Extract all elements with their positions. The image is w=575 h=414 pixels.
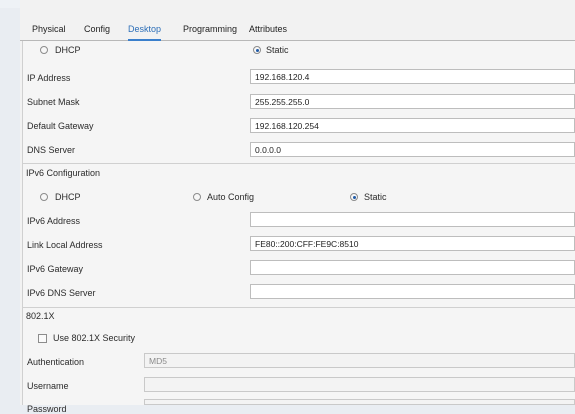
ipv6-static-radio[interactable] — [350, 193, 358, 201]
ipv6-dns-server-label: IPv6 DNS Server — [27, 288, 96, 298]
link-local-address-label: Link Local Address — [27, 240, 103, 250]
ipv6-address-field[interactable] — [250, 212, 575, 227]
ipv6-gateway-label: IPv6 Gateway — [27, 264, 84, 274]
tab-bar: Physical Config Desktop Programming Attr… — [20, 18, 575, 41]
subnet-mask-label: Subnet Mask — [27, 97, 80, 107]
dot1x-section-title: 802.1X — [26, 311, 55, 321]
dns-server-label: DNS Server — [27, 145, 76, 155]
authentication-select[interactable]: MD5 — [144, 353, 575, 368]
ip-address-label: IP Address — [27, 73, 71, 83]
password-label: Password — [27, 404, 67, 414]
tab-programming[interactable]: Programming — [183, 24, 237, 39]
ipv6-section-title: IPv6 Configuration — [26, 168, 101, 178]
dns-server-field[interactable]: 0.0.0.0 — [250, 142, 575, 157]
ipv6-dhcp-radio[interactable] — [40, 193, 48, 201]
username-field[interactable] — [144, 377, 575, 392]
default-gateway-field[interactable]: 192.168.120.254 — [250, 118, 575, 133]
link-local-address-field[interactable]: FE80::200:CFF:FE9C:8510 — [250, 236, 575, 251]
ipv6-auto-config-label: Auto Config — [207, 192, 255, 202]
tab-physical[interactable]: Physical — [32, 24, 66, 39]
username-label: Username — [27, 381, 69, 391]
use-802-1x-security-checkbox[interactable] — [38, 334, 47, 343]
ipv6-gateway-field[interactable] — [250, 260, 575, 275]
tab-desktop[interactable]: Desktop — [128, 24, 162, 41]
ipv6-static-label: Static — [364, 192, 387, 202]
tab-config[interactable]: Config — [84, 24, 110, 39]
ip-address-field[interactable]: 192.168.120.4 — [250, 69, 575, 84]
tab-attributes[interactable]: Attributes — [249, 24, 287, 39]
subnet-mask-field[interactable]: 255.255.255.0 — [250, 94, 575, 109]
ipv4-dhcp-radio[interactable] — [40, 46, 48, 54]
ipv4-static-label: Static — [266, 45, 289, 55]
divider — [22, 307, 575, 308]
ipv6-auto-config-radio[interactable] — [193, 193, 201, 201]
ipv6-address-label: IPv6 Address — [27, 216, 81, 226]
ipv6-dhcp-label: DHCP — [55, 192, 81, 202]
use-802-1x-security-label: Use 802.1X Security — [53, 333, 136, 343]
divider — [22, 163, 575, 164]
ipv4-static-radio[interactable] — [253, 46, 261, 54]
ipv4-dhcp-label: DHCP — [55, 45, 81, 55]
default-gateway-label: Default Gateway — [27, 121, 94, 131]
ipv6-dns-server-field[interactable] — [250, 284, 575, 299]
password-field[interactable] — [144, 399, 575, 405]
authentication-label: Authentication — [27, 357, 85, 367]
